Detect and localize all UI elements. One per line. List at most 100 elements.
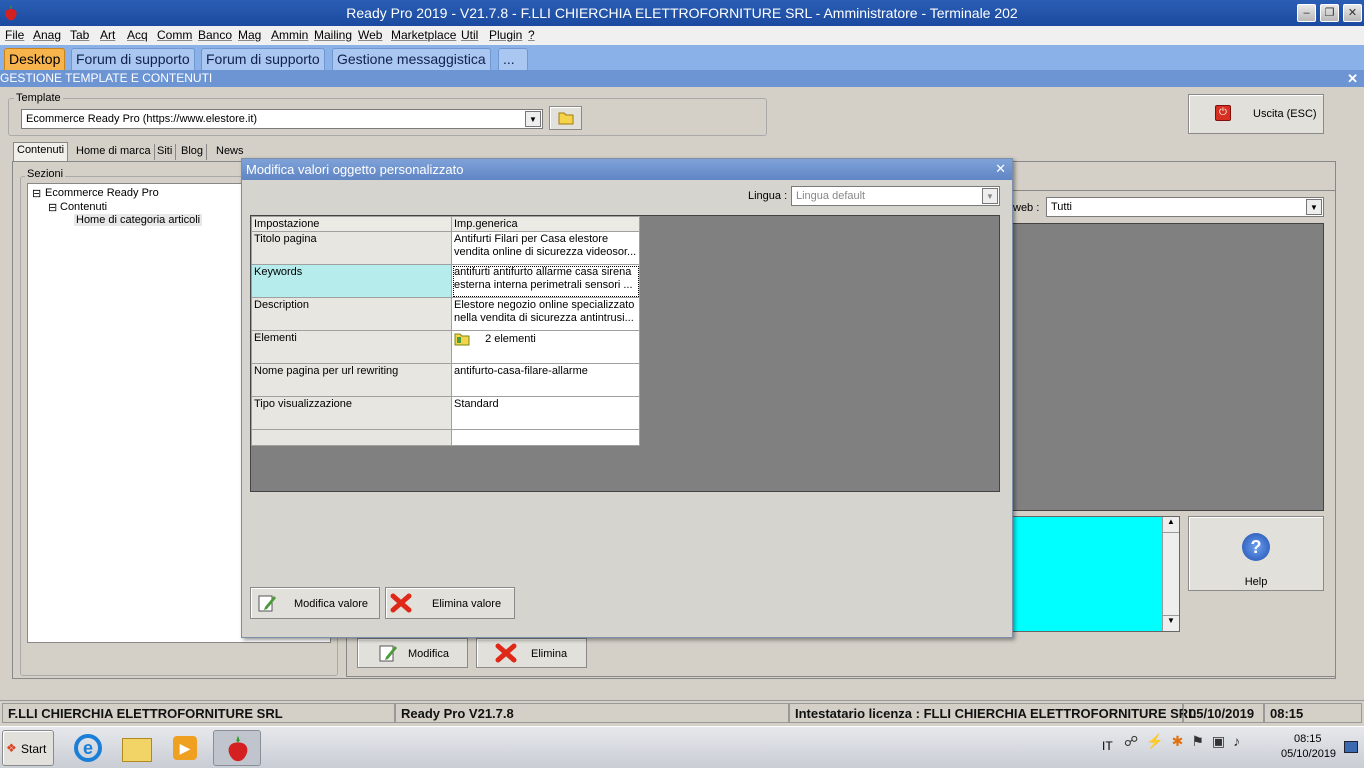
- tab-forum-2[interactable]: Forum di supporto: [201, 48, 325, 70]
- minimize-button[interactable]: –: [1297, 4, 1316, 22]
- menu-tab[interactable]: Tab: [70, 28, 89, 42]
- antivirus-icon[interactable]: ✱: [1172, 733, 1192, 749]
- modify-value-button[interactable]: Modifica valore: [250, 587, 380, 619]
- values-table: Impostazione Imp.generica Titolo pagina …: [251, 216, 640, 446]
- edit-icon: [258, 595, 276, 612]
- tree-node-contenuti[interactable]: Contenuti: [60, 201, 107, 213]
- menu-comm[interactable]: Comm: [157, 28, 192, 42]
- menu-banco[interactable]: Banco: [198, 28, 232, 42]
- modify-button[interactable]: Modifica: [357, 638, 468, 668]
- display-icon[interactable]: ▣: [1212, 733, 1233, 749]
- network-icon[interactable]: ☍: [1124, 733, 1146, 749]
- table-row[interactable]: Keywords antifurti antifurto allarme cas…: [251, 264, 640, 298]
- close-icon[interactable]: ✕: [995, 161, 1006, 177]
- restore-button[interactable]: ❐: [1320, 4, 1339, 22]
- menu-mailing[interactable]: Mailing: [314, 28, 352, 42]
- menu-art[interactable]: Art: [100, 28, 115, 42]
- show-desktop-icon[interactable]: [1344, 741, 1358, 753]
- language-select[interactable]: Lingua default ▼: [791, 186, 1000, 206]
- tab-desktop[interactable]: Desktop: [4, 48, 66, 70]
- usb-icon[interactable]: ⚡: [1146, 733, 1171, 749]
- menu-web[interactable]: Web: [358, 28, 382, 42]
- folder-icon[interactable]: [454, 332, 470, 346]
- delete-value-label: Elimina valore: [432, 598, 502, 610]
- table-row[interactable]: [251, 429, 640, 446]
- menu-file[interactable]: File: [5, 28, 24, 42]
- clock-date[interactable]: 05/10/2019: [1281, 748, 1336, 760]
- volume-icon[interactable]: ♪: [1233, 733, 1248, 749]
- scroll-down-icon[interactable]: ▼: [1163, 615, 1179, 631]
- chevron-down-icon: ▼: [1306, 199, 1322, 215]
- table-row[interactable]: Elementi 2 elementi: [251, 330, 640, 364]
- title-bar: Ready Pro 2019 - V21.7.8 - F.LLI CHIERCH…: [0, 0, 1364, 26]
- row-value[interactable]: Elestore negozio online specializzato nel…: [451, 297, 640, 331]
- readypro-taskbar-icon[interactable]: [213, 730, 261, 766]
- media-player-icon[interactable]: ▶: [167, 730, 203, 766]
- tree-expander-icon[interactable]: ⊟: [32, 187, 41, 200]
- tab-siti[interactable]: Siti: [154, 144, 177, 160]
- status-date: 05/10/2019: [1183, 703, 1264, 723]
- row-value[interactable]: [451, 429, 640, 446]
- menu-plugin[interactable]: Plugin: [489, 28, 522, 42]
- tab-blog[interactable]: Blog: [178, 144, 208, 160]
- menu-anag[interactable]: Anag: [33, 28, 61, 42]
- scrollbar[interactable]: ▲ ▼: [1162, 517, 1179, 631]
- open-folder-button[interactable]: [549, 106, 582, 130]
- column-header[interactable]: Imp.generica: [451, 216, 640, 232]
- edit-values-dialog: Modifica valori oggetto personalizzato ✕…: [241, 158, 1013, 638]
- strawberry-icon: [228, 735, 248, 762]
- row-value[interactable]: Antifurti Filari per Casa elestore vendit…: [451, 231, 640, 265]
- menu-acq[interactable]: Acq: [127, 28, 148, 42]
- help-button[interactable]: ? Help: [1188, 516, 1324, 591]
- notes-area[interactable]: ▲ ▼: [1012, 516, 1180, 632]
- tab-messaggistica[interactable]: Gestione messaggistica: [332, 48, 491, 70]
- tree-node-root[interactable]: Ecommerce Ready Pro: [45, 187, 159, 199]
- delete-button[interactable]: Elimina: [476, 638, 587, 668]
- clock-time[interactable]: 08:15: [1294, 733, 1322, 745]
- modify-label: Modifica: [408, 648, 449, 660]
- delete-icon: [495, 643, 517, 663]
- tree-expander-icon[interactable]: ⊟: [48, 201, 57, 214]
- row-key: Tipo visualizzazione: [251, 396, 452, 430]
- scroll-up-icon[interactable]: ▲: [1163, 517, 1179, 533]
- tab-forum-1[interactable]: Forum di supporto: [71, 48, 195, 70]
- table-row[interactable]: Description Elestore negozio online spec…: [251, 297, 640, 331]
- row-value[interactable]: Standard: [451, 396, 640, 430]
- table-row[interactable]: Titolo pagina Antifurti Filari per Casa …: [251, 231, 640, 265]
- column-header[interactable]: Impostazione: [251, 216, 452, 232]
- exit-button[interactable]: ⏻ Uscita (ESC): [1188, 94, 1324, 134]
- value-line: vendita online di sicurezza videosor...: [454, 246, 637, 258]
- row-value[interactable]: antifurti antifurto allarme casa sirena e…: [451, 264, 640, 298]
- delete-value-button[interactable]: Elimina valore: [385, 587, 515, 619]
- row-value[interactable]: 2 elementi: [451, 330, 640, 364]
- language-indicator[interactable]: IT: [1102, 739, 1113, 753]
- table-row[interactable]: Nome pagina per url rewriting antifurto-…: [251, 363, 640, 397]
- value-line: esterna interna perimetrali sensori ...: [454, 279, 633, 291]
- row-value[interactable]: antifurto-casa-filare-allarme: [451, 363, 640, 397]
- web-filter-select[interactable]: Tutti ▼: [1046, 197, 1324, 217]
- menu-mag[interactable]: Mag: [238, 28, 261, 42]
- close-window-button[interactable]: ✕: [1343, 4, 1362, 22]
- exit-label: Uscita (ESC): [1253, 108, 1317, 120]
- tree-node-home-categoria[interactable]: Home di categoria articoli: [74, 214, 203, 226]
- status-bar: F.LLI CHIERCHIA ELETTROFORNITURE SRL Rea…: [0, 700, 1364, 724]
- row-key: Nome pagina per url rewriting: [251, 363, 452, 397]
- status-version: Ready Pro V21.7.8: [395, 703, 789, 723]
- table-row[interactable]: Tipo visualizzazione Standard: [251, 396, 640, 430]
- edit-icon: [379, 645, 397, 662]
- start-button[interactable]: ❖ Start: [2, 730, 54, 766]
- close-icon[interactable]: ✕: [1347, 70, 1358, 87]
- menu-ammin[interactable]: Ammin: [271, 28, 308, 42]
- menu-help[interactable]: ?: [528, 28, 535, 42]
- file-explorer-icon[interactable]: [119, 730, 155, 766]
- tab-home-di-marca[interactable]: Home di marca: [73, 144, 155, 160]
- menu-util[interactable]: Util: [461, 28, 478, 42]
- template-select[interactable]: Ecommerce Ready Pro (https://www.elestor…: [21, 109, 543, 129]
- internet-explorer-icon[interactable]: e: [70, 730, 106, 766]
- tab-contenuti[interactable]: Contenuti: [13, 142, 69, 161]
- template-label: Template: [14, 92, 63, 104]
- tab-more[interactable]: ...: [498, 48, 528, 70]
- flag-icon[interactable]: ⚑: [1191, 733, 1212, 749]
- menu-bar: File Anag Tab Art Acq Comm Banco Mag Amm…: [0, 26, 1364, 45]
- menu-marketplace[interactable]: Marketplace: [391, 28, 456, 42]
